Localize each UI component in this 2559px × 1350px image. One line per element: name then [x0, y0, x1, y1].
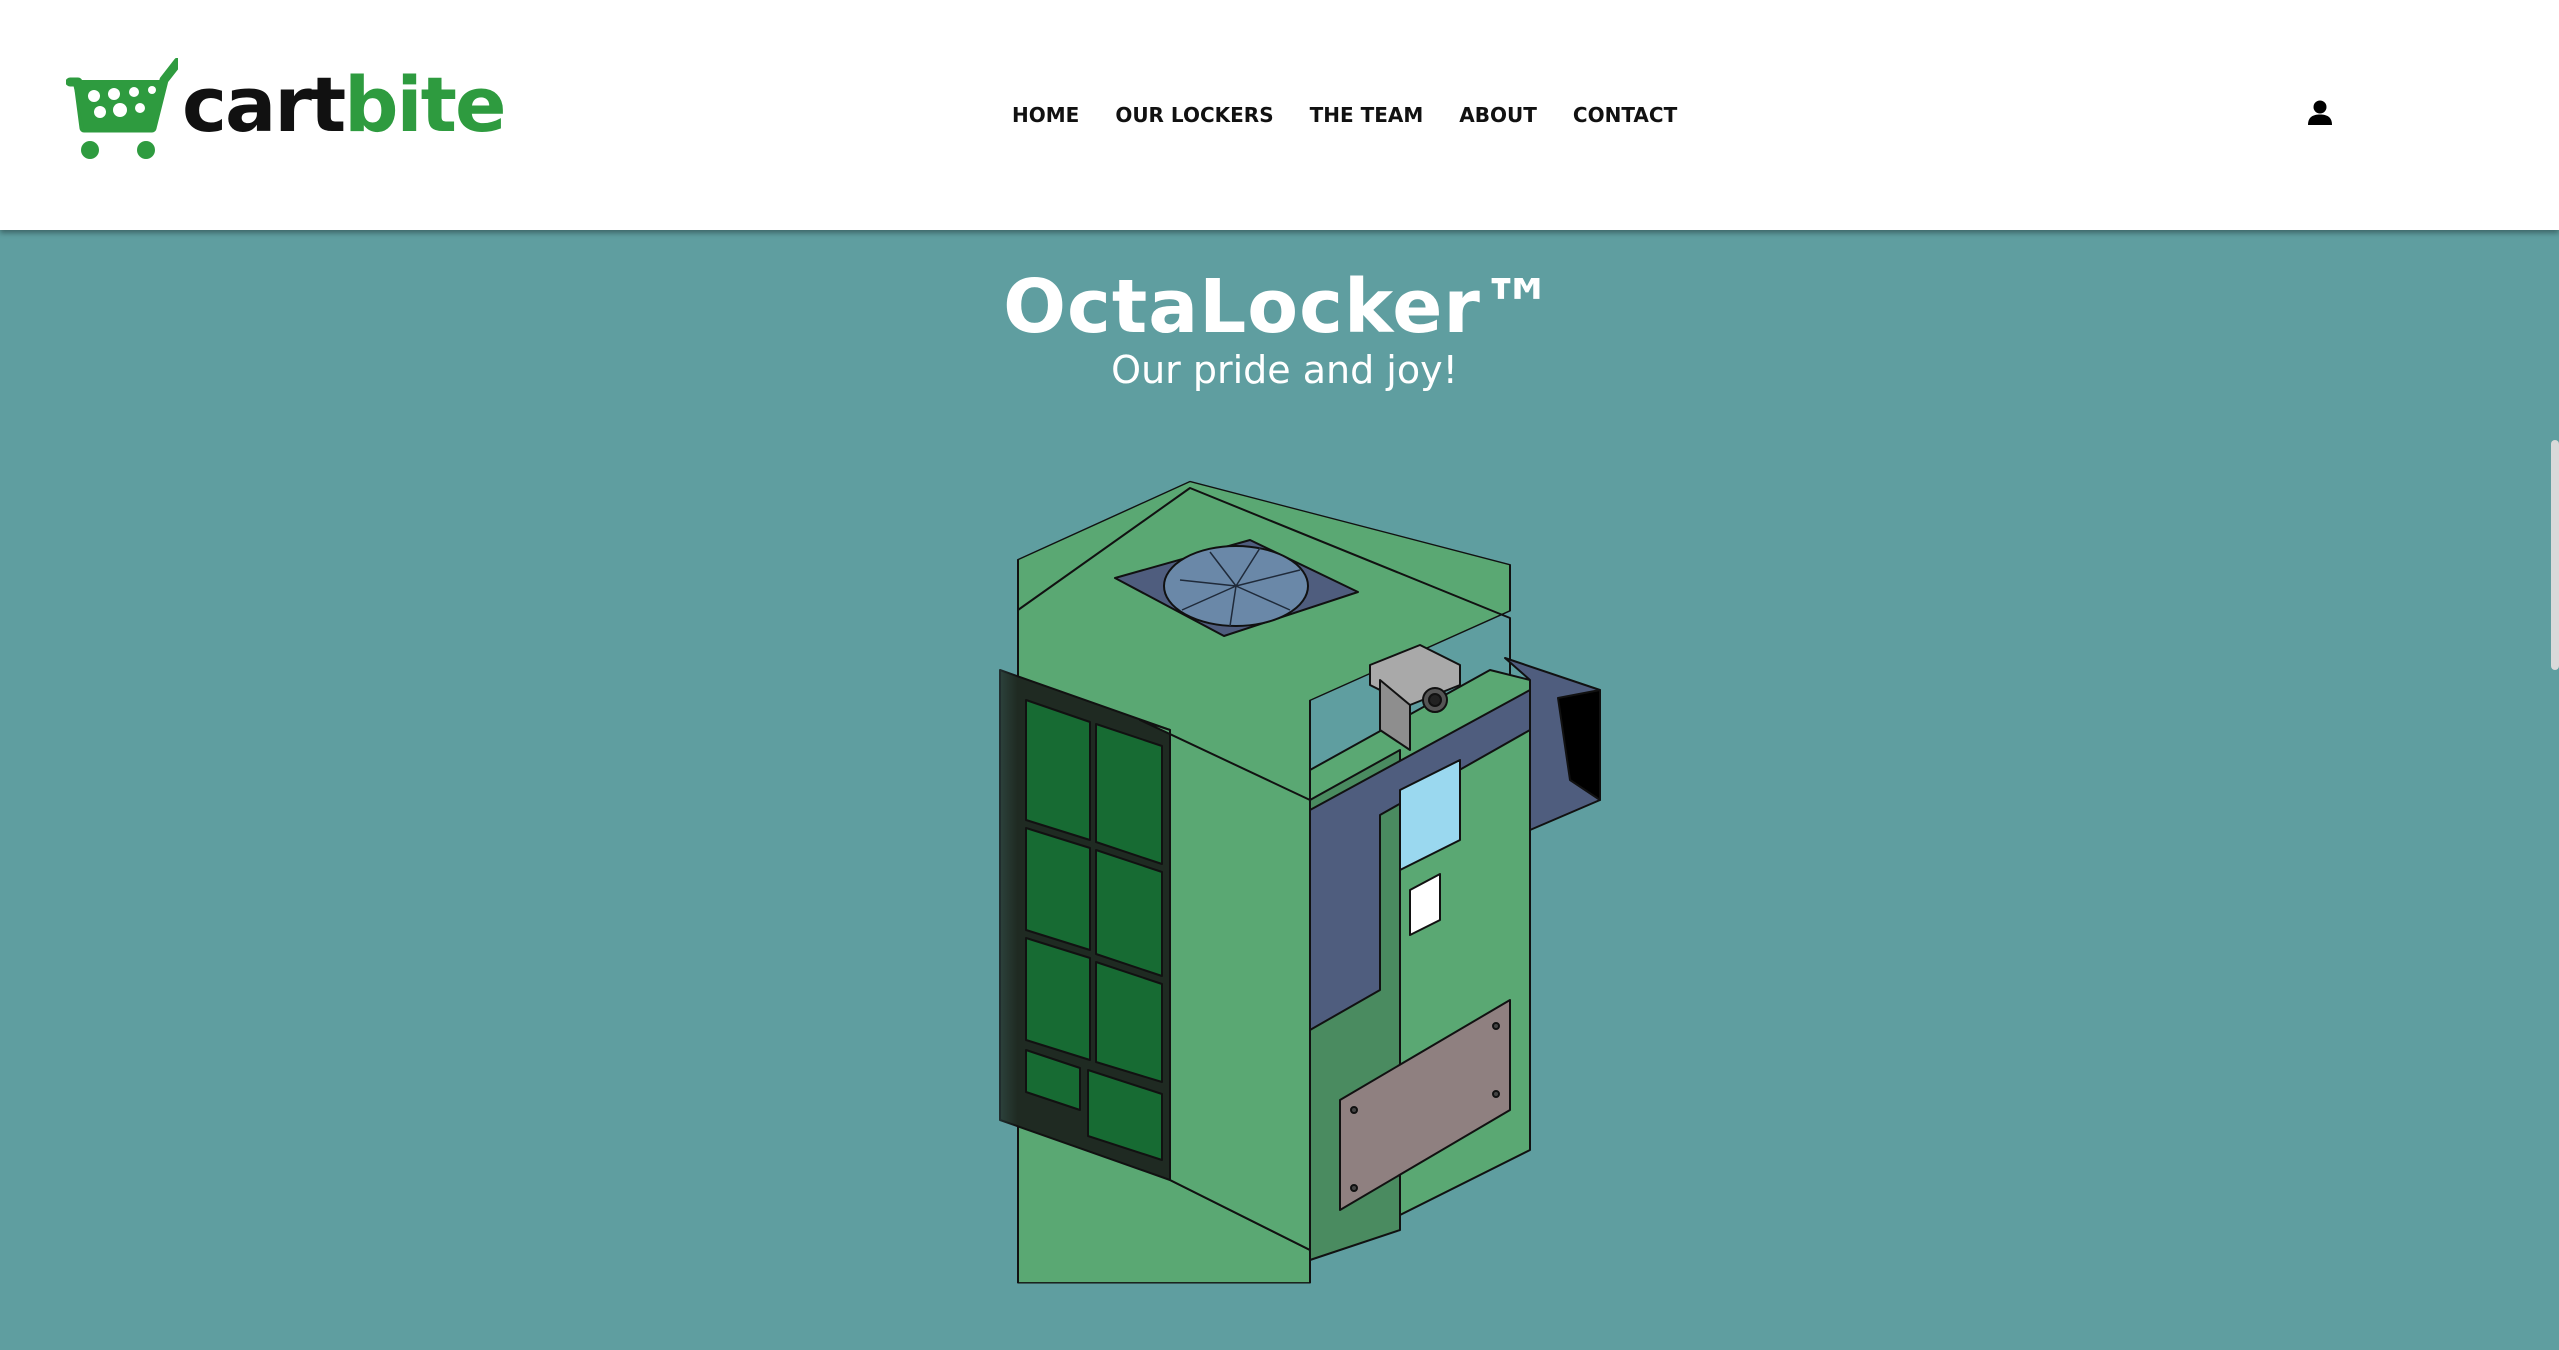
cartbite-logo[interactable]: cartbite: [66, 58, 506, 163]
nav-the-team[interactable]: THE TEAM: [1310, 103, 1424, 127]
main-nav: HOME OUR LOCKERS THE TEAM ABOUT CONTACT: [1012, 100, 1677, 130]
octalocker-illustration: [930, 470, 1601, 1320]
hero-section: OctaLocker™ Our pride and joy!: [0, 230, 2559, 1350]
site-header: cartbite HOME OUR LOCKERS THE TEAM ABOUT…: [0, 0, 2559, 230]
nav-our-lockers[interactable]: OUR LOCKERS: [1115, 103, 1273, 127]
user-icon[interactable]: [2305, 98, 2335, 128]
nav-home[interactable]: HOME: [1012, 103, 1079, 127]
logo-text-cart: cart: [182, 60, 346, 149]
nav-contact[interactable]: CONTACT: [1573, 103, 1677, 127]
logo-text-bite: bite: [344, 60, 506, 149]
shopping-cart-logo-icon: [66, 58, 178, 159]
page-scrollbar[interactable]: [2551, 440, 2559, 670]
nav-about[interactable]: ABOUT: [1459, 103, 1537, 127]
page-title: OctaLocker™: [1003, 264, 1556, 350]
page-subtitle: Our pride and joy!: [1111, 348, 1458, 392]
